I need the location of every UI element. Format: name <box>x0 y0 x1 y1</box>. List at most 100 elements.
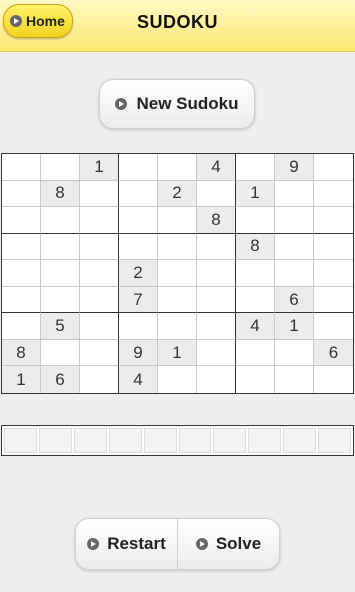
sudoku-cell[interactable]: 4 <box>197 154 236 181</box>
sudoku-cell[interactable] <box>236 286 275 314</box>
solve-label: Solve <box>215 534 262 553</box>
sudoku-cell[interactable] <box>158 366 197 393</box>
sudoku-cell[interactable] <box>236 260 275 287</box>
sudoku-cell[interactable] <box>80 366 119 393</box>
sudoku-cell[interactable]: 6 <box>41 366 80 393</box>
sudoku-cell[interactable] <box>2 260 41 287</box>
sudoku-cell[interactable] <box>2 286 41 314</box>
sudoku-cell[interactable] <box>158 286 197 314</box>
sudoku-cell[interactable] <box>41 260 80 287</box>
sudoku-cell[interactable] <box>197 180 236 208</box>
number-slot[interactable] <box>108 428 142 453</box>
sudoku-cell[interactable] <box>158 233 197 261</box>
sudoku-cell[interactable]: 4 <box>119 366 158 393</box>
sudoku-cell[interactable] <box>119 207 158 234</box>
sudoku-cell[interactable] <box>197 366 236 393</box>
sudoku-cell[interactable] <box>119 180 158 208</box>
sudoku-cell[interactable] <box>275 180 314 208</box>
sudoku-cell[interactable] <box>275 366 314 393</box>
new-sudoku-label: New Sudoku <box>136 94 239 113</box>
sudoku-cell[interactable] <box>41 154 80 181</box>
sudoku-cell[interactable]: 1 <box>2 366 41 393</box>
sudoku-cell[interactable]: 8 <box>2 339 41 367</box>
sudoku-cell[interactable] <box>41 339 80 367</box>
sudoku-cell[interactable]: 9 <box>119 339 158 367</box>
sudoku-cell[interactable] <box>2 207 41 234</box>
number-slot[interactable] <box>248 428 282 453</box>
new-sudoku-button[interactable]: New Sudoku <box>99 79 255 129</box>
sudoku-cell[interactable] <box>2 233 41 261</box>
sudoku-cell[interactable]: 9 <box>275 154 314 181</box>
sudoku-cell[interactable] <box>2 180 41 208</box>
sudoku-cell[interactable]: 1 <box>275 313 314 340</box>
solve-button[interactable]: Solve <box>177 519 279 569</box>
number-slot[interactable] <box>143 428 177 453</box>
sudoku-cell[interactable] <box>236 207 275 234</box>
sudoku-cell[interactable] <box>80 207 119 234</box>
sudoku-cell[interactable] <box>158 154 197 181</box>
sudoku-cell[interactable] <box>80 180 119 208</box>
sudoku-cell[interactable]: 4 <box>236 313 275 340</box>
sudoku-cell[interactable]: 8 <box>236 233 275 261</box>
restart-button[interactable]: Restart <box>76 519 177 569</box>
action-bar: Restart Solve <box>75 518 280 570</box>
sudoku-cell[interactable]: 8 <box>197 207 236 234</box>
sudoku-cell[interactable] <box>158 260 197 287</box>
sudoku-cell[interactable] <box>275 260 314 287</box>
sudoku-cell[interactable] <box>80 260 119 287</box>
sudoku-cell[interactable] <box>158 313 197 340</box>
sudoku-cell[interactable] <box>2 313 41 340</box>
sudoku-cell[interactable] <box>236 154 275 181</box>
sudoku-cell[interactable]: 8 <box>41 180 80 208</box>
sudoku-cell[interactable]: 2 <box>158 180 197 208</box>
sudoku-cell[interactable] <box>119 233 158 261</box>
sudoku-cell[interactable] <box>197 260 236 287</box>
number-slot[interactable] <box>178 428 212 453</box>
sudoku-cell[interactable] <box>314 233 353 261</box>
number-input-bar <box>1 425 354 456</box>
sudoku-cell[interactable] <box>314 260 353 287</box>
sudoku-cell[interactable]: 1 <box>236 180 275 208</box>
sudoku-cell[interactable] <box>197 313 236 340</box>
number-slot[interactable] <box>4 428 37 453</box>
sudoku-cell[interactable] <box>158 207 197 234</box>
sudoku-cell[interactable] <box>314 180 353 208</box>
sudoku-cell[interactable] <box>41 233 80 261</box>
page-title: SUDOKU <box>136 12 218 32</box>
sudoku-cell[interactable] <box>314 366 353 393</box>
sudoku-cell[interactable]: 1 <box>80 154 119 181</box>
sudoku-cell[interactable] <box>119 313 158 340</box>
sudoku-cell[interactable]: 2 <box>119 260 158 287</box>
sudoku-cell[interactable]: 6 <box>314 339 353 367</box>
sudoku-cell[interactable] <box>275 233 314 261</box>
arrow-circle-icon <box>115 98 128 110</box>
sudoku-cell[interactable] <box>80 313 119 340</box>
number-slot[interactable] <box>318 428 351 453</box>
number-slot[interactable] <box>73 428 107 453</box>
sudoku-cell[interactable] <box>236 339 275 367</box>
sudoku-cell[interactable] <box>80 339 119 367</box>
sudoku-cell[interactable] <box>197 339 236 367</box>
sudoku-cell[interactable] <box>2 154 41 181</box>
sudoku-cell[interactable] <box>314 313 353 340</box>
sudoku-cell[interactable] <box>275 207 314 234</box>
sudoku-cell[interactable] <box>119 154 158 181</box>
sudoku-cell[interactable] <box>41 286 80 314</box>
sudoku-cell[interactable] <box>314 286 353 314</box>
sudoku-cell[interactable] <box>41 207 80 234</box>
sudoku-cell[interactable] <box>314 207 353 234</box>
sudoku-cell[interactable]: 1 <box>158 339 197 367</box>
sudoku-cell[interactable]: 7 <box>119 286 158 314</box>
sudoku-cell[interactable] <box>236 366 275 393</box>
sudoku-cell[interactable] <box>80 286 119 314</box>
number-slot[interactable] <box>283 428 317 453</box>
number-slot[interactable] <box>38 428 72 453</box>
sudoku-cell[interactable] <box>275 339 314 367</box>
sudoku-cell[interactable] <box>80 233 119 261</box>
number-slot[interactable] <box>213 428 247 453</box>
sudoku-cell[interactable] <box>197 286 236 314</box>
sudoku-cell[interactable]: 5 <box>41 313 80 340</box>
sudoku-cell[interactable] <box>314 154 353 181</box>
sudoku-cell[interactable] <box>197 233 236 261</box>
sudoku-cell[interactable]: 6 <box>275 286 314 314</box>
